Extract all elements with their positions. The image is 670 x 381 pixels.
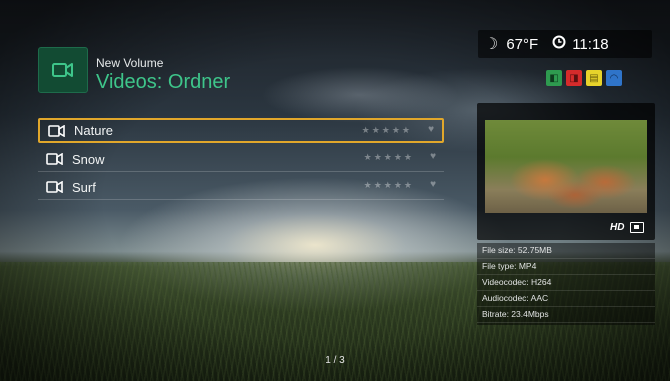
video-camera-icon (46, 180, 66, 194)
page-indicator: 1 / 3 (325, 355, 345, 366)
favorite-heart-icon: ♥ (430, 151, 436, 162)
preview-panel: HD (477, 103, 655, 240)
list-item-label: Nature (74, 123, 114, 138)
blue-key-icon[interactable]: ◠ (606, 70, 622, 86)
subtitle-icon (630, 222, 644, 233)
list-item-label: Snow (72, 151, 105, 167)
clock-icon (552, 35, 566, 54)
moon-weather-icon: ☽ (484, 36, 499, 53)
list-item[interactable]: Nature ★★★★★ ♥ (38, 118, 444, 143)
clock-time: 11:18 (572, 35, 609, 53)
media-info: File size: 52.75MB File type: MP4 Videoc… (477, 243, 655, 325)
rating-stars-icon: ★★★★★ (361, 125, 412, 135)
temperature: 67°F (506, 35, 539, 53)
video-list: Nature ★★★★★ ♥ Snow ★★★★★ ♥ Surf ★★★★★ ♥ (38, 118, 444, 203)
file-size: File size: 52.75MB (477, 243, 655, 259)
color-key-legend: ◧ ◨ ▤ ◠ (546, 70, 622, 86)
video-camera-icon (48, 124, 68, 138)
red-key-icon[interactable]: ◨ (566, 70, 582, 86)
rating-stars-icon: ★★★★★ (363, 152, 414, 162)
status-bar: ☽ 67°F 11:18 (478, 30, 652, 58)
video-codec: Videocodec: H264 (477, 275, 655, 291)
volume-name: New Volume (96, 56, 164, 70)
bitrate: Bitrate: 23.4Mbps (477, 307, 655, 323)
list-item[interactable]: Snow ★★★★★ ♥ (38, 147, 444, 172)
video-camera-icon (38, 47, 88, 93)
favorite-heart-icon: ♥ (430, 179, 436, 190)
list-item-label: Surf (72, 179, 96, 195)
rating-stars-icon: ★★★★★ (363, 180, 414, 190)
file-type: File type: MP4 (477, 259, 655, 275)
video-thumbnail (485, 120, 647, 213)
audio-codec: Audiocodec: AAC (477, 291, 655, 307)
list-item[interactable]: Surf ★★★★★ ♥ (38, 175, 444, 200)
yellow-key-icon[interactable]: ▤ (586, 70, 602, 86)
hd-badge: HD (610, 222, 625, 233)
favorite-heart-icon: ♥ (428, 124, 434, 135)
green-key-icon[interactable]: ◧ (546, 70, 562, 86)
video-camera-icon (46, 152, 66, 166)
page-title: Videos: Ordner (96, 71, 231, 93)
